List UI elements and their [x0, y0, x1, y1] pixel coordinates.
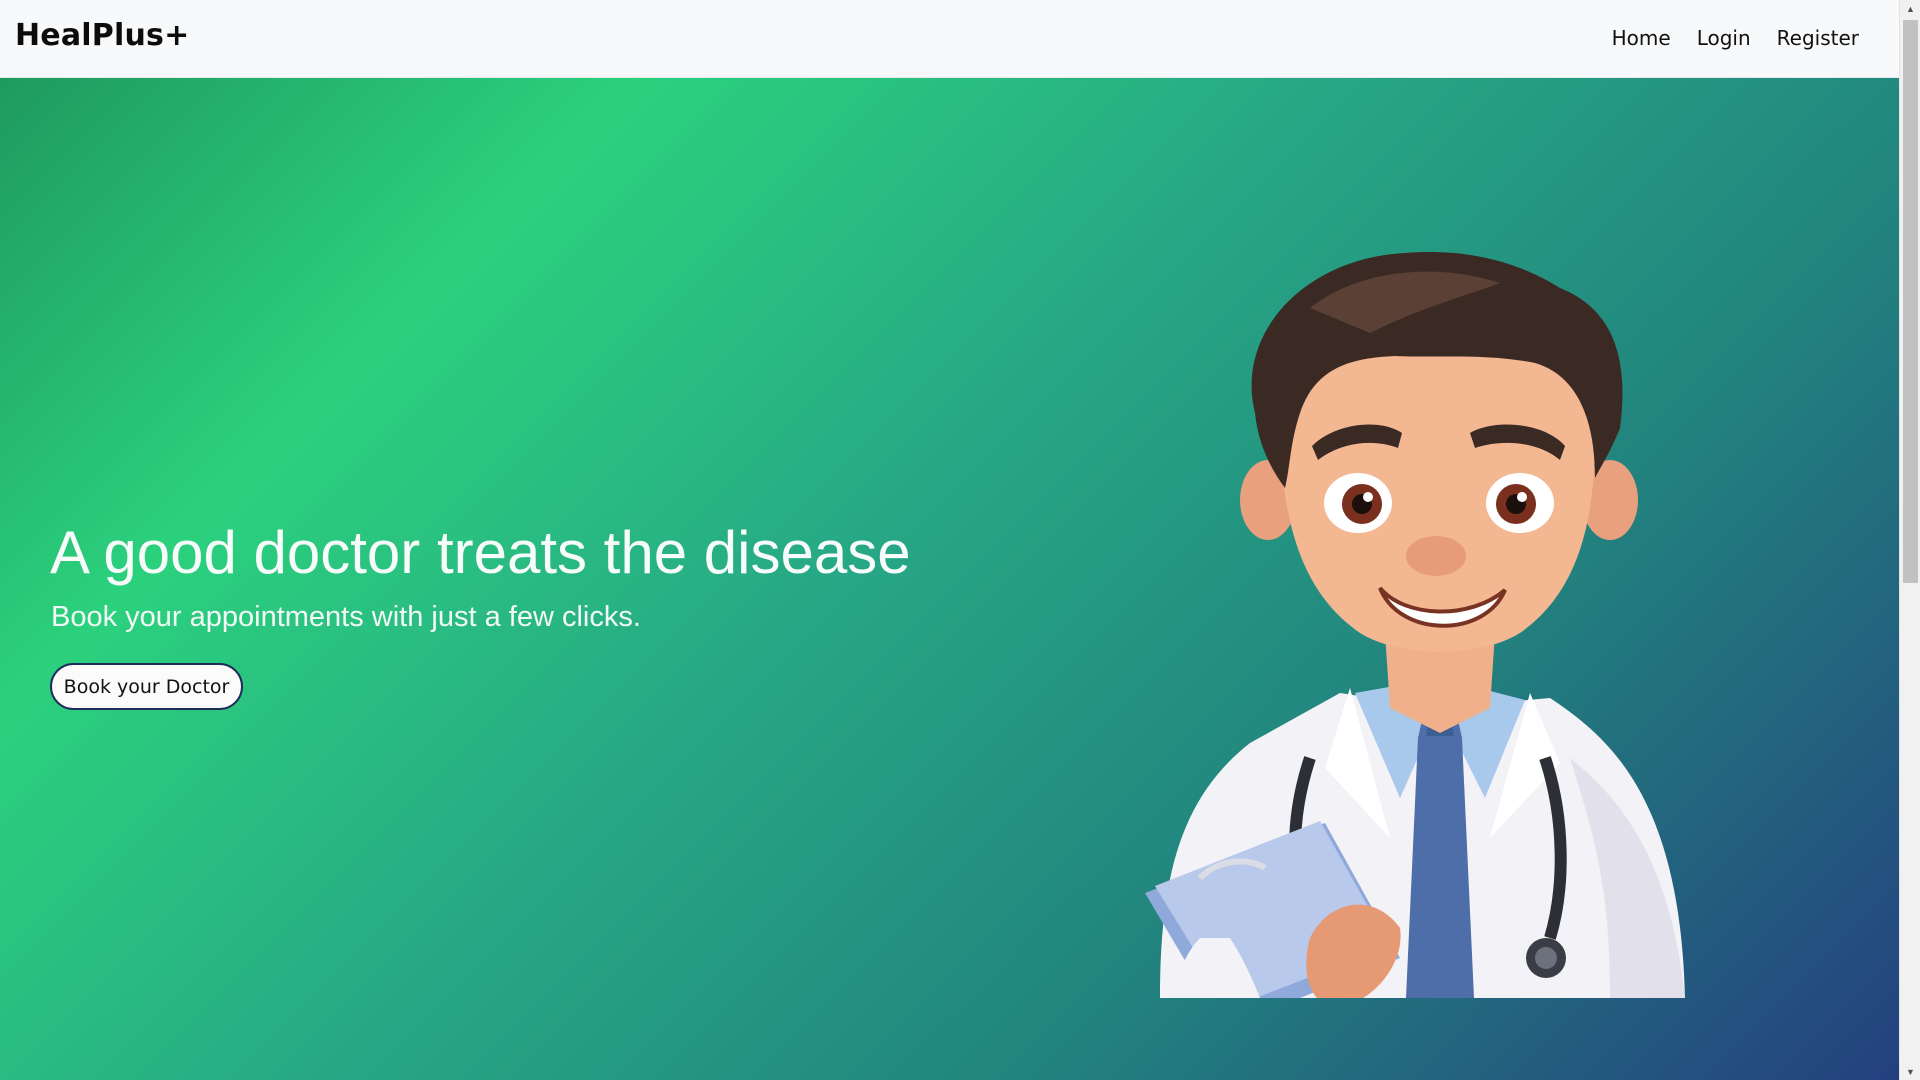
- scroll-up-arrow-icon[interactable]: ▲: [1900, 0, 1920, 17]
- book-doctor-button[interactable]: Book your Doctor: [50, 663, 243, 710]
- brand-logo[interactable]: HealPlus+: [15, 18, 189, 53]
- nav-link-login[interactable]: Login: [1697, 26, 1751, 50]
- scroll-down-arrow-icon[interactable]: ▼: [1900, 1063, 1920, 1080]
- hero-title: A good doctor treats the disease: [50, 519, 911, 586]
- nav-link-home[interactable]: Home: [1612, 26, 1671, 50]
- page-scrollbar[interactable]: ▲ ▼: [1899, 0, 1920, 1080]
- nav-link-register[interactable]: Register: [1777, 26, 1859, 50]
- doctor-illustration: [1145, 252, 1685, 998]
- scroll-thumb[interactable]: [1903, 20, 1918, 583]
- nav-links: Home Login Register: [1612, 26, 1859, 50]
- navbar: HealPlus+ Home Login Register: [0, 0, 1899, 78]
- hero-section: A good doctor treats the disease Book yo…: [0, 78, 1899, 1080]
- hero-subtitle: Book your appointments with just a few c…: [51, 601, 641, 633]
